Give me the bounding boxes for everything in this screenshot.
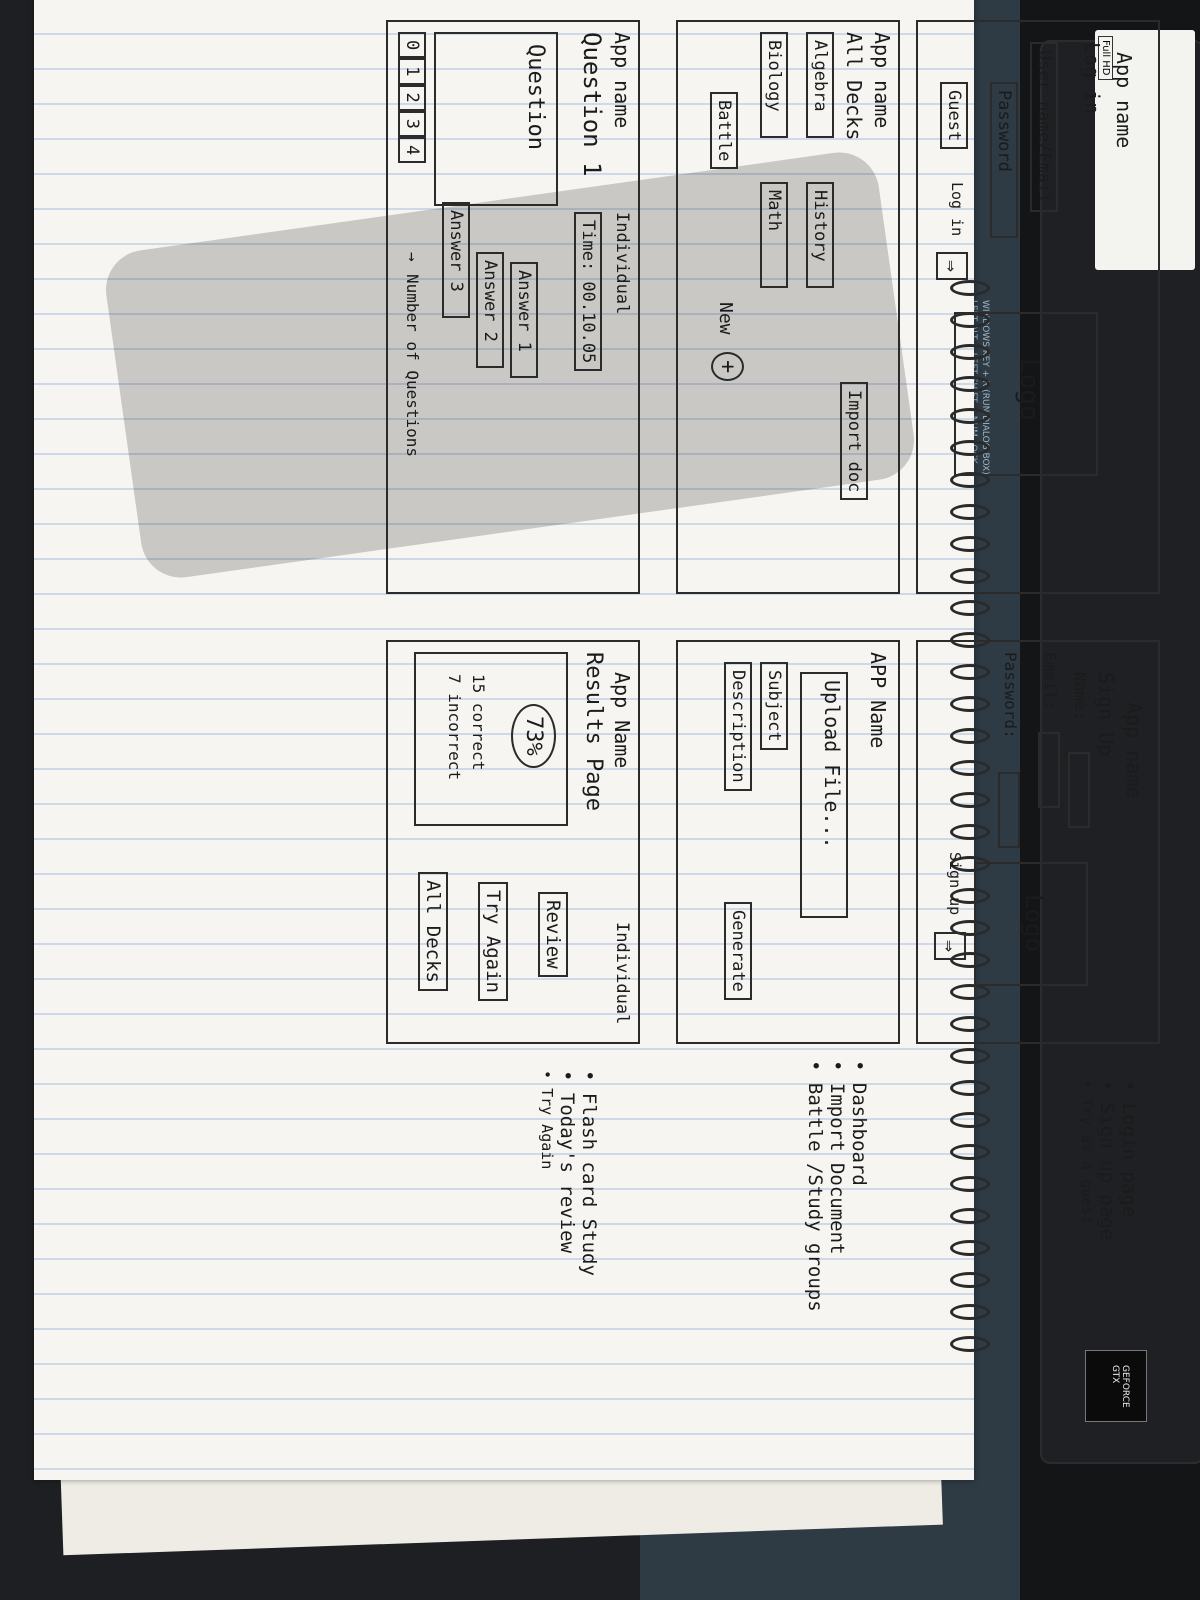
deck-item[interactable]: Algebra [806, 32, 834, 138]
note-item: • Dashboard [848, 1060, 870, 1186]
app-name: App name [1122, 702, 1146, 799]
new-deck-plus-button[interactable]: + [711, 352, 744, 382]
import-doc-button[interactable]: Import doc [840, 382, 868, 501]
note-item: • Battle /Study groups [804, 1060, 826, 1312]
subject-field[interactable]: Subject [760, 662, 788, 750]
deck-item[interactable]: History [806, 182, 834, 288]
signup-heading: Sign Up [1094, 672, 1118, 757]
note-item: • Sign up page [1096, 1080, 1118, 1241]
note-text: Today's review [556, 1092, 578, 1254]
login-frame: App name Log in User name/Email Password… [916, 20, 1160, 594]
signup-label: Sign up [946, 852, 964, 916]
password-field[interactable] [998, 772, 1020, 848]
question-card: Question [434, 32, 558, 206]
logo-text: Logo [1014, 358, 1044, 421]
login-arrow-button[interactable]: ⇒ [936, 252, 968, 281]
arrow-icon: → [403, 252, 422, 262]
note-text: Dashboard [848, 1082, 870, 1186]
question-number[interactable]: 4 [398, 137, 426, 164]
email-field[interactable] [1038, 732, 1060, 808]
note-text: Login page [1118, 1102, 1140, 1218]
note-text: Sign up page [1096, 1102, 1118, 1241]
question-number[interactable]: 3 [398, 110, 426, 137]
generate-button[interactable]: Generate [724, 902, 752, 1000]
question-frame: App name Individual Question 1 Time: 00.… [386, 20, 640, 594]
question-number[interactable]: 2 [398, 84, 426, 111]
question-number-bar: 01234 [398, 32, 426, 164]
login-label: Log in [948, 182, 966, 237]
deck-item[interactable]: Math [760, 182, 788, 288]
logo-placeholder: Logo [954, 312, 1098, 476]
login-heading: Log in [1080, 42, 1104, 115]
logo-placeholder: Logo [974, 862, 1088, 986]
signup-frame: App name Sign Up Name: Email: Password: … [916, 640, 1160, 1044]
signup-arrow-button[interactable]: ⇒ [934, 932, 966, 961]
all-decks-heading: All Decks [842, 32, 866, 141]
note-item: • Try as a guest [1078, 1080, 1096, 1225]
question-count-annotation: Number of Questions [403, 274, 422, 458]
dashboard-frame: App name All Decks Import doc Algebra Hi… [676, 20, 900, 594]
try-again-button[interactable]: Try Again [478, 882, 508, 1001]
guest-button[interactable]: Guest [940, 82, 968, 150]
mode-label: Individual [612, 212, 632, 315]
note-text: Import Document [826, 1082, 848, 1255]
score-circle: 73% [511, 704, 556, 768]
question-text: Question [523, 44, 548, 150]
password-label: Password: [1001, 652, 1020, 739]
app-name: App name [610, 32, 634, 129]
app-name: APP Name [866, 652, 890, 749]
question-number[interactable]: 1 [398, 58, 426, 85]
password-field[interactable]: Password [990, 82, 1018, 238]
name-label: Name: [1071, 672, 1090, 721]
wireframe-sheet: App name Log in User name/Email Password… [0, 0, 1200, 1600]
results-title: Results Page [581, 652, 606, 811]
results-frame: App Name Individual Results Page 73% 15 … [386, 640, 640, 1044]
deck-item[interactable]: Biology [760, 32, 788, 138]
app-name: App name [1112, 52, 1136, 149]
answer-option[interactable]: Answer 3 [442, 202, 470, 318]
note-text: Try as a guest [1078, 1098, 1096, 1225]
notes-group: • Login page • Sign up page • Try as a g… [1078, 1080, 1140, 1240]
note-item: • Login page [1118, 1080, 1140, 1218]
new-label: New [715, 302, 736, 335]
notes-group: • Dashboard • Import Document • Battle /… [804, 1060, 870, 1312]
logo-text: Logo [1020, 894, 1048, 952]
correct-count: 15 correct [469, 674, 488, 771]
description-field[interactable]: Description [724, 662, 752, 791]
note-text: Try Again [538, 1088, 556, 1170]
app-name: App Name [610, 672, 634, 769]
mode-label: Individual [612, 922, 632, 1025]
note-item: • Import Document [826, 1060, 848, 1255]
score-card: 73% 15 correct 7 incorrect [414, 652, 568, 826]
note-text: Flash card Study [578, 1092, 600, 1276]
incorrect-count: 7 incorrect [445, 674, 464, 780]
note-item: • Today's review [556, 1070, 578, 1254]
answer-option[interactable]: Answer 2 [476, 252, 504, 368]
import-frame: APP Name Upload File... Subject Descript… [676, 640, 900, 1044]
answer-option[interactable]: Answer 1 [510, 262, 538, 378]
note-item: • Flash card Study [578, 1070, 600, 1276]
review-button[interactable]: Review [538, 892, 568, 977]
notes-group: • Flash card Study • Today's review • Tr… [538, 1070, 600, 1276]
all-decks-button[interactable]: All Decks [418, 872, 448, 991]
battle-button[interactable]: Battle [710, 92, 738, 170]
email-label: Email: [1041, 652, 1060, 710]
question-title: Question 1 [578, 32, 606, 177]
timer: Time: 00.10.05 [574, 212, 602, 372]
upload-file-dropzone[interactable]: Upload File... [800, 672, 848, 918]
name-field[interactable] [1068, 752, 1090, 828]
question-number[interactable]: 0 [398, 32, 426, 59]
note-item: • Try Again [538, 1070, 556, 1170]
app-name: App name [870, 32, 894, 129]
username-field[interactable]: User name/Email [1030, 42, 1058, 212]
note-text: Battle /Study groups [804, 1082, 826, 1312]
